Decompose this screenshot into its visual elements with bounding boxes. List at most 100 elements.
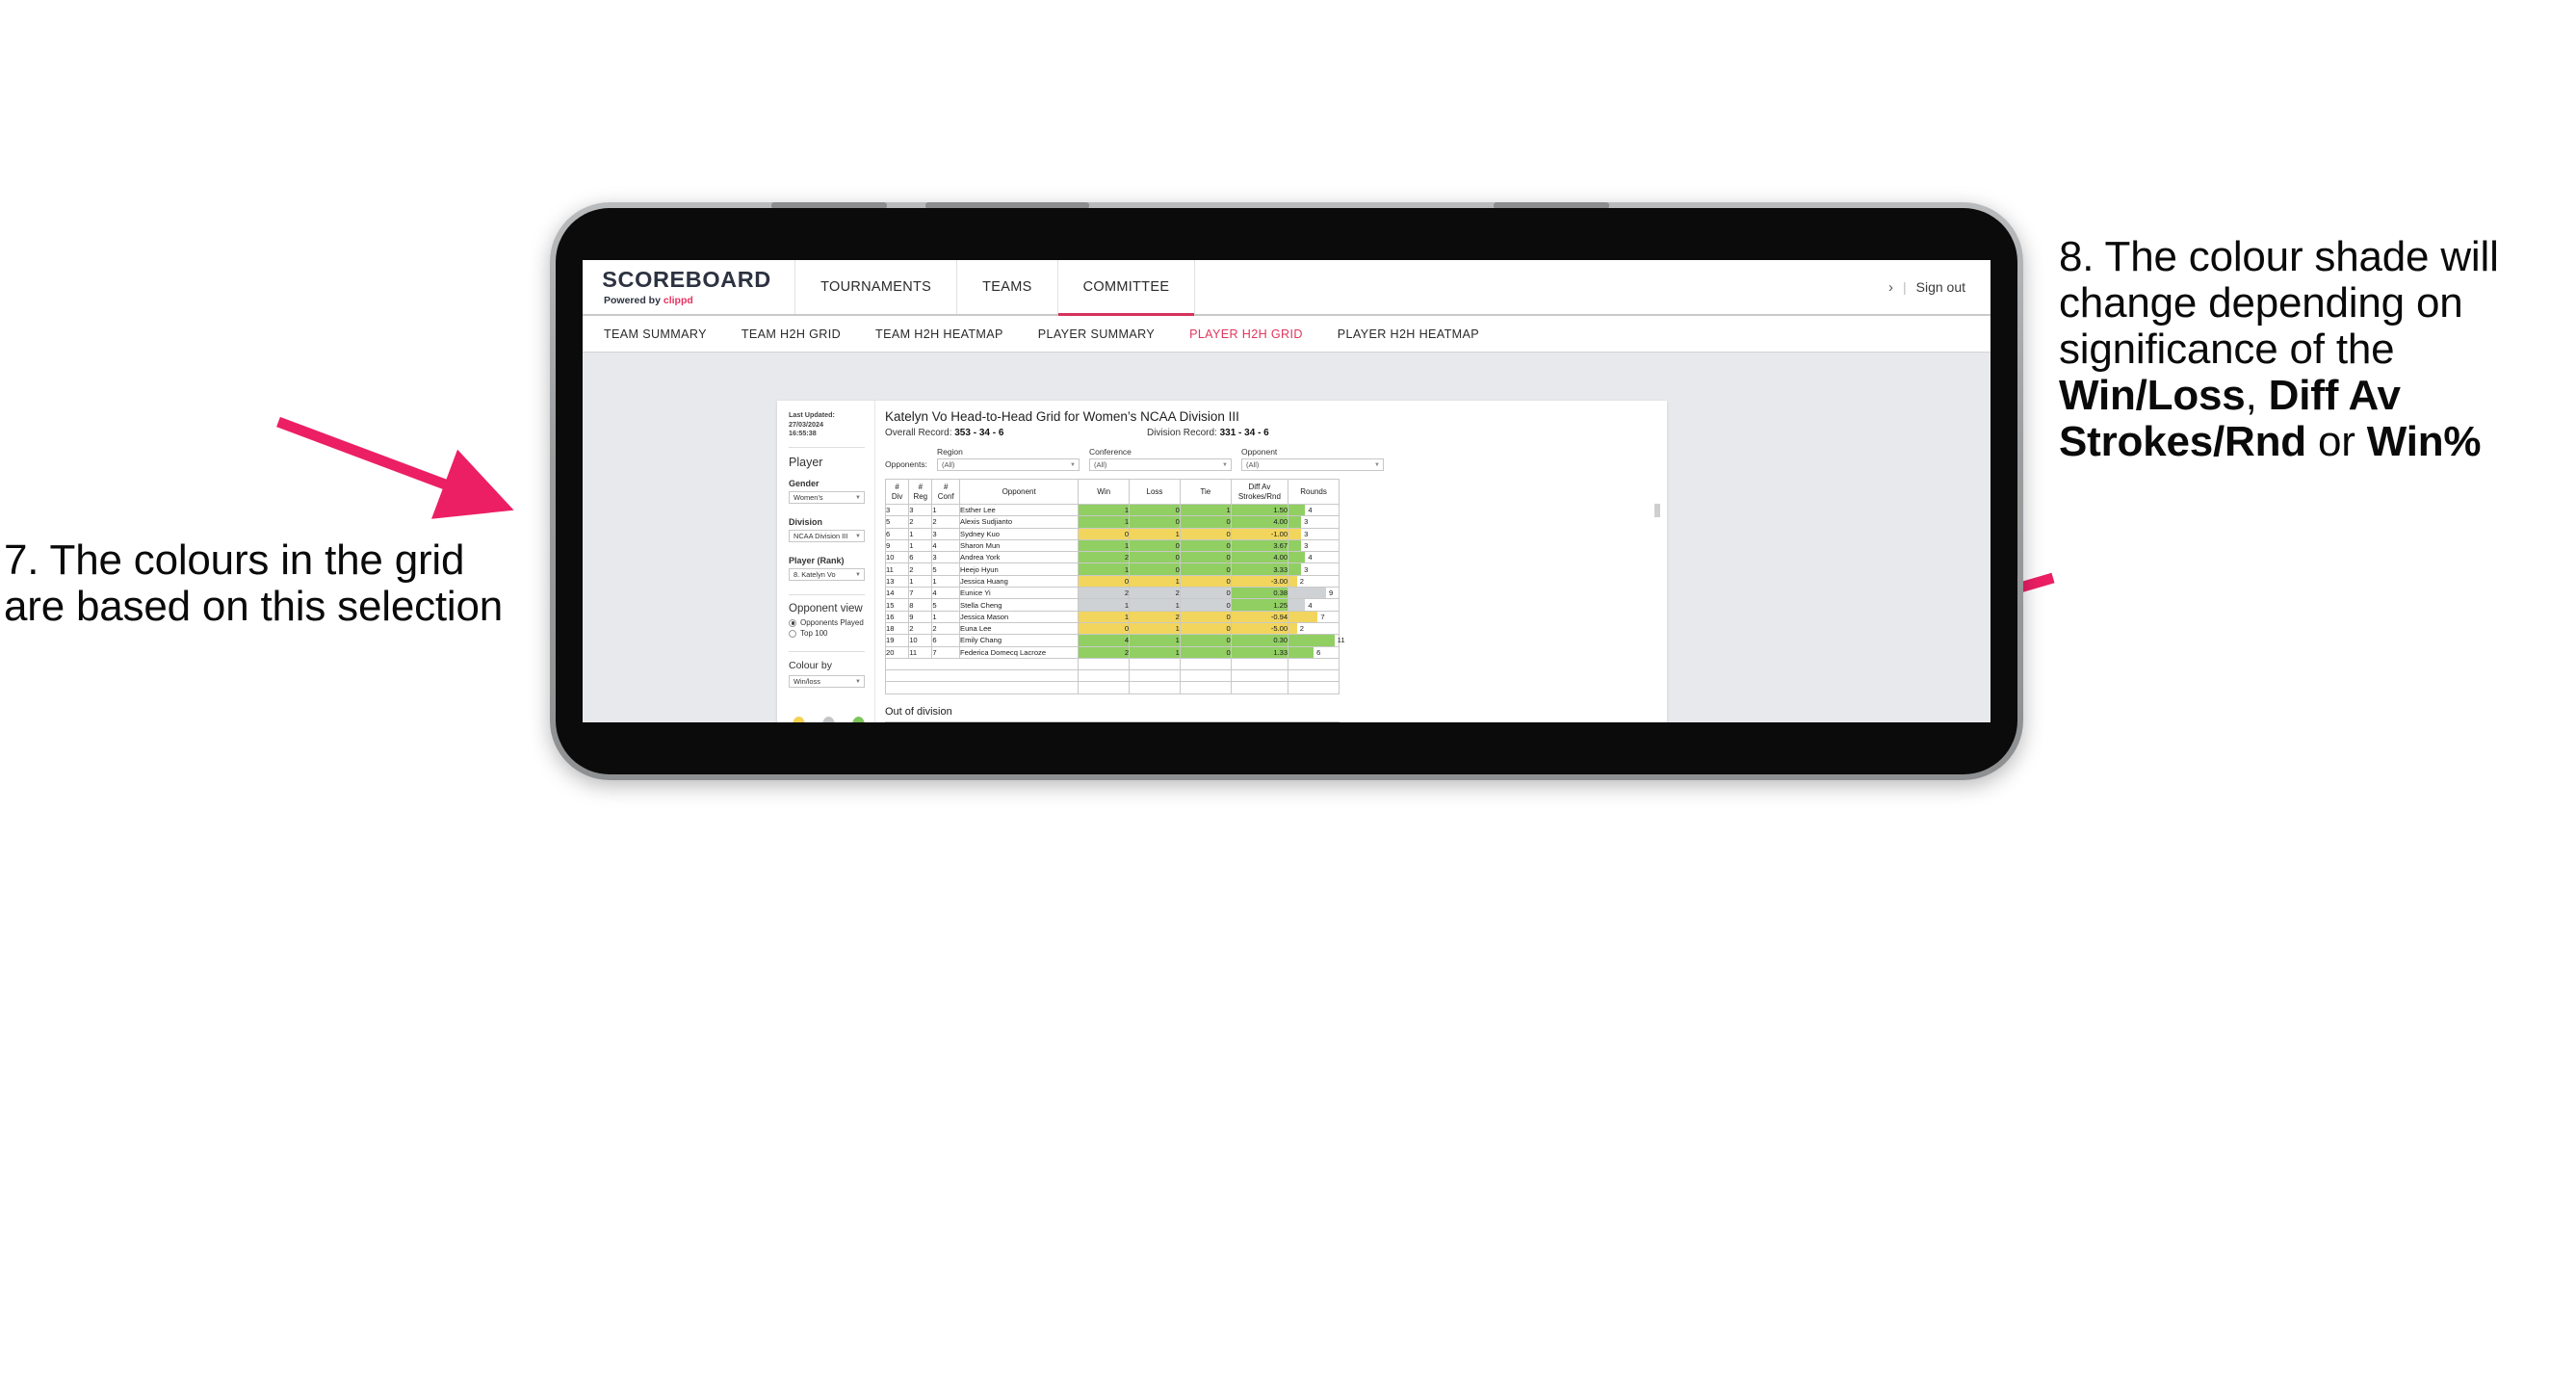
- gender-select[interactable]: Women’s ▼: [789, 491, 865, 505]
- division-select[interactable]: NCAA Division III ▼: [789, 530, 865, 543]
- table-row[interactable]: 19 10 6 Emily Chang 4 1 0 0.30 11: [884, 634, 1345, 647]
- cell-tie: 0: [1179, 551, 1232, 564]
- cell-opponent: Sharon Mun: [959, 538, 1080, 553]
- colour-by-value: Win/loss: [794, 677, 820, 687]
- tab-team-h2h-heatmap[interactable]: TEAM H2H HEATMAP: [875, 327, 1003, 341]
- cell-opponent: Euna Lee: [959, 621, 1080, 636]
- cell-div: 10: [884, 551, 910, 564]
- sign-out-link[interactable]: Sign out: [1916, 279, 1965, 295]
- annotation-left-arrow: [274, 414, 525, 520]
- cell-win: 2: [1078, 551, 1131, 564]
- cell-loss: 1: [1129, 621, 1181, 636]
- nav-item-teams[interactable]: TEAMS: [957, 260, 1058, 314]
- sidebar-divider-2: [789, 594, 865, 596]
- cell-reg: 1: [908, 527, 933, 540]
- cell-conf: 3: [931, 527, 961, 540]
- cell-loss: 1: [1129, 645, 1181, 659]
- nav-item-tournaments[interactable]: TOURNAMENTS: [795, 260, 958, 314]
- cell-reg: 2: [908, 515, 933, 529]
- cell-loss: 2: [1129, 587, 1181, 600]
- tab-team-summary[interactable]: TEAM SUMMARY: [604, 327, 707, 341]
- chevron-right-icon[interactable]: ›: [1888, 279, 1893, 296]
- sidebar-player-heading: Player: [789, 456, 823, 470]
- table-row[interactable]: 6 1 3 Sydney Kuo 0 1 0 -1.00 3: [884, 527, 1340, 540]
- cell-rounds: 4: [1288, 503, 1340, 517]
- cell-rounds: 6: [1288, 645, 1340, 659]
- cell-reg: 9: [908, 610, 933, 623]
- table-row-empty: [884, 657, 1340, 671]
- cell-conf: 2: [931, 515, 961, 529]
- last-updated-date: Last Updated: 27/03/2024: [789, 410, 835, 429]
- filter-opponent-select[interactable]: (All) ▼: [1240, 458, 1384, 471]
- cell-win: 2: [1078, 645, 1131, 659]
- cell-rounds: 11: [1288, 634, 1345, 647]
- filter-conference-select[interactable]: (All) ▼: [1088, 458, 1232, 471]
- cell-diff-av-strokes: 1.50: [1230, 503, 1289, 517]
- colour-by-select[interactable]: Win/loss ▼: [789, 675, 865, 689]
- h2h-table-wrap: #Div #Reg #Conf Opponent Win Loss Tie: [884, 479, 1660, 694]
- cell-div: 16: [884, 610, 910, 623]
- radio-opponents-played[interactable]: Opponents Played: [789, 618, 865, 627]
- cell-conf: 1: [931, 610, 961, 623]
- division-record-value: 331 - 34 - 6: [1219, 428, 1269, 438]
- cell-loss: 0: [1129, 538, 1181, 553]
- col-win: Win: [1078, 479, 1131, 505]
- cell-tie: 0: [1179, 645, 1232, 659]
- table-row[interactable]: 15 8 5 Stella Cheng 1 1 0 1.25 4: [884, 598, 1340, 612]
- cell-div: 13: [884, 574, 910, 588]
- col-rounds: Rounds: [1288, 479, 1340, 505]
- legend-dot-down: [793, 717, 805, 722]
- tab-player-summary[interactable]: PLAYER SUMMARY: [1038, 327, 1155, 341]
- overall-record: Overall Record: 353 - 34 - 6: [885, 428, 1147, 438]
- cell-diff-av-strokes: -3.00: [1230, 574, 1289, 588]
- cell-ood-name: Foreign Team: [884, 720, 1080, 722]
- player-rank-value: 8. Katelyn Vo: [794, 570, 836, 580]
- top-bar-divider: |: [1902, 279, 1907, 295]
- filter-region-label: Region: [936, 447, 963, 457]
- cell-conf: 4: [931, 587, 961, 600]
- annotation-right-mid2: or: [2305, 417, 2367, 465]
- col-tie: Tie: [1179, 479, 1232, 505]
- radio-top-100[interactable]: Top 100: [789, 629, 865, 638]
- h2h-table-body: 3 3 1 Esther Lee 1 0 1 1.50 4 5 2 2 Alexis Sudjianto…: [884, 503, 1345, 694]
- cell-rounds: 4: [1288, 551, 1340, 564]
- cell-win: 0: [1078, 527, 1131, 540]
- colour-legend-dots: [789, 717, 865, 722]
- opponent-view-heading: Opponent view: [789, 603, 863, 615]
- cell-rounds: 2: [1288, 574, 1340, 588]
- radio-opponents-played-label: Opponents Played: [800, 618, 864, 628]
- overall-record-value: 353 - 34 - 6: [954, 428, 1004, 438]
- table-row[interactable]: 14 7 4 Eunice Yi 2 2 0 0.38 9: [884, 587, 1340, 600]
- table-row[interactable]: 16 9 1 Jessica Mason 1 2 0 -0.94 7: [884, 610, 1340, 623]
- table-row[interactable]: 9 1 4 Sharon Mun 1 0 0 3.67 3: [884, 538, 1340, 553]
- cell-conf: 5: [931, 598, 961, 612]
- out-of-division-row[interactable]: Foreign Team1004.5002: [884, 720, 1340, 722]
- chevron-down-icon: ▼: [855, 533, 861, 539]
- table-scrollbar[interactable]: [1654, 504, 1660, 517]
- nav-item-committee[interactable]: COMMITTEE: [1057, 260, 1196, 316]
- player-rank-select[interactable]: 8. Katelyn Vo ▼: [789, 568, 865, 582]
- filter-region-select[interactable]: (All) ▼: [936, 458, 1080, 471]
- chevron-down-icon: ▼: [855, 678, 861, 685]
- brand-logo[interactable]: SCOREBOARD Powered by clippd: [583, 260, 796, 314]
- table-row[interactable]: 18 2 2 Euna Lee 0 1 0 -5.00 2: [884, 621, 1340, 636]
- cell-opponent: Emily Chang: [959, 634, 1080, 647]
- tab-team-h2h-grid[interactable]: TEAM H2H GRID: [742, 327, 841, 341]
- cell-div: 5: [884, 515, 910, 529]
- cell-reg: 2: [908, 621, 933, 636]
- viz-body: Last Updated: 27/03/2024 16:55:38 Player…: [777, 401, 1667, 722]
- cell-conf: 6: [931, 634, 961, 647]
- tab-player-h2h-grid[interactable]: PLAYER H2H GRID: [1189, 327, 1303, 341]
- table-row[interactable]: 3 3 1 Esther Lee 1 0 1 1.50 4: [884, 503, 1340, 517]
- table-row[interactable]: 13 1 1 Jessica Huang 0 1 0 -3.00 2: [884, 574, 1340, 588]
- cell-opponent: Alexis Sudjianto: [959, 515, 1080, 529]
- division-value: NCAA Division III: [794, 532, 848, 541]
- viz-main: Katelyn Vo Head-to-Head Grid for Women’s…: [875, 401, 1667, 722]
- table-row[interactable]: 5 2 2 Alexis Sudjianto 1 0 0 4.00 3: [884, 515, 1340, 529]
- chevron-down-icon: ▼: [855, 571, 861, 578]
- top-bar-right: › | Sign out: [1888, 260, 1991, 314]
- table-row[interactable]: 20 11 7 Federica Domecq Lacroze 2 1 0 1.33 6: [884, 645, 1340, 659]
- table-row[interactable]: 10 6 3 Andrea York 2 0 0 4.00 4: [884, 551, 1340, 564]
- tab-player-h2h-heatmap[interactable]: PLAYER H2H HEATMAP: [1338, 327, 1479, 341]
- table-row[interactable]: 11 2 5 Heejo Hyun 1 0 0 3.33 3: [884, 562, 1340, 576]
